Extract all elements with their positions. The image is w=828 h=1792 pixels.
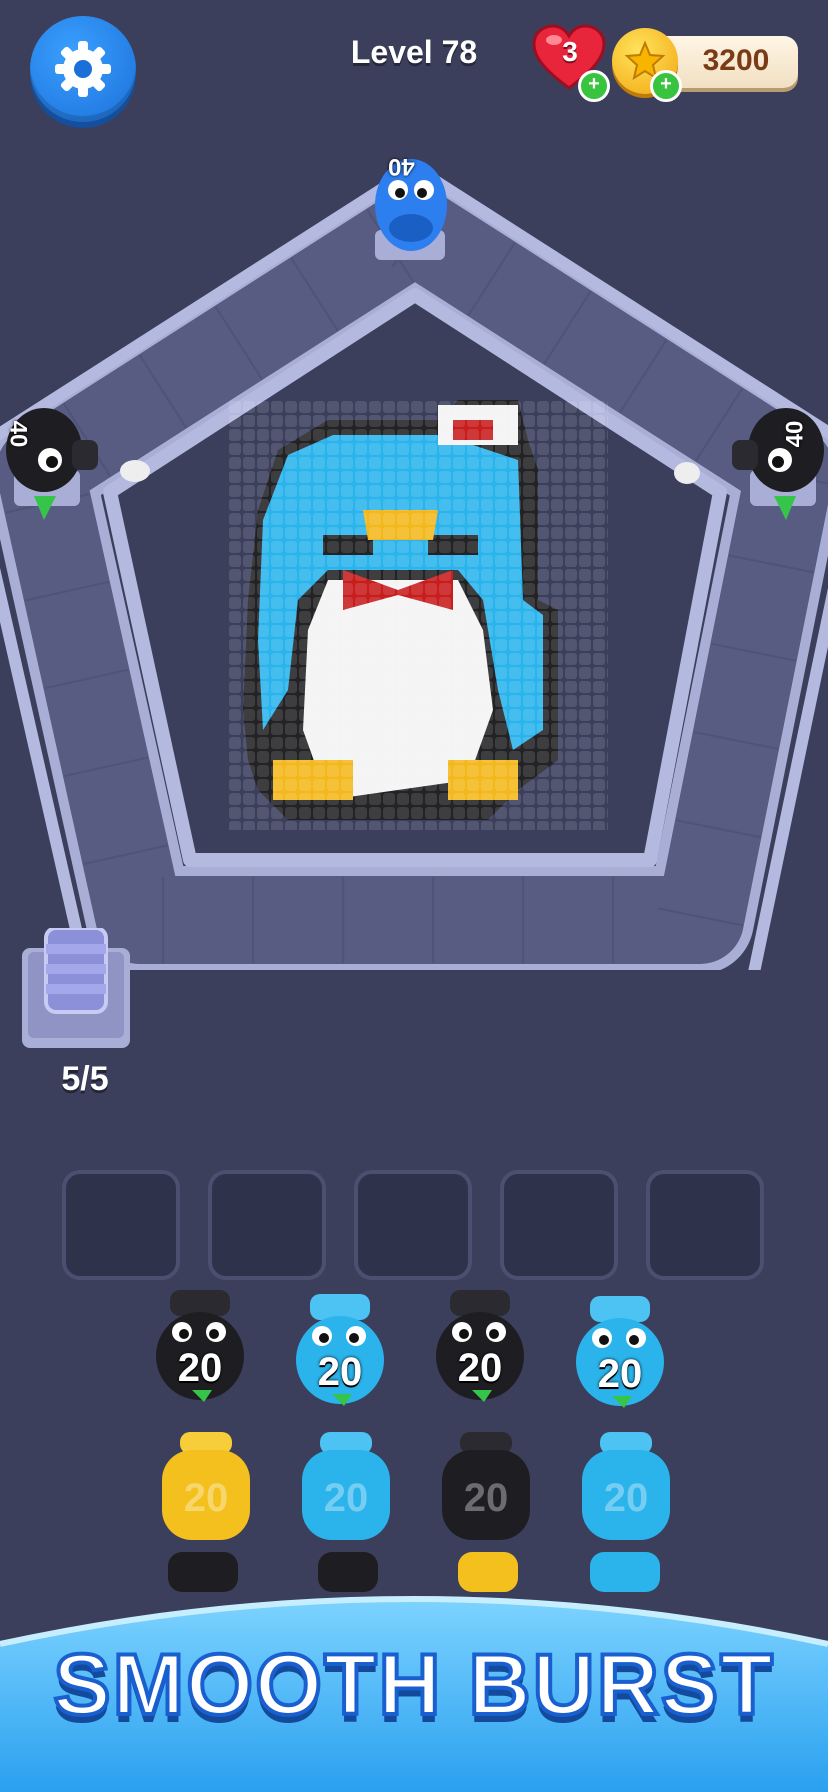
blue-shooter[interactable]: 40: [370, 150, 452, 266]
blob-count: 20: [317, 1350, 363, 1394]
shooter-count: 40: [4, 420, 32, 448]
queue-blob[interactable]: 20: [152, 1290, 248, 1407]
queue-blob[interactable]: 20: [292, 1294, 388, 1411]
queue-blob: 20: [438, 1432, 534, 1549]
shooter-count: 40: [781, 420, 809, 448]
stack-count: 5/5: [61, 1060, 109, 1098]
gear-icon: [55, 41, 111, 97]
blob-count: 20: [183, 1476, 229, 1520]
projectile: [674, 462, 700, 484]
pixel-art-penguin: [228, 400, 608, 830]
queue-blob: 20: [158, 1432, 254, 1549]
queue-blob[interactable]: 20: [572, 1296, 668, 1413]
queue-blob[interactable]: 20: [432, 1290, 528, 1407]
add-lives-button[interactable]: +: [578, 70, 610, 102]
level-label: Level 78: [350, 34, 478, 70]
blob-count: 20: [463, 1476, 509, 1520]
plus-icon: +: [588, 73, 600, 95]
coin-count: 3200: [702, 44, 770, 77]
blob-count: 20: [603, 1476, 649, 1520]
settings-button[interactable]: [30, 16, 136, 122]
empty-slot[interactable]: [208, 1170, 326, 1280]
tray-stack-icon[interactable]: [22, 928, 130, 1048]
empty-slot[interactable]: [354, 1170, 472, 1280]
lives-count: 3: [562, 36, 578, 67]
blob-count: 20: [457, 1346, 503, 1390]
queue-blob: 20: [298, 1432, 394, 1549]
plus-icon: +: [660, 73, 672, 95]
projectile: [120, 460, 150, 482]
add-coins-button[interactable]: +: [650, 70, 682, 102]
game-title: SMOOTH BURST: [51, 1635, 775, 1735]
empty-slot[interactable]: [500, 1170, 618, 1280]
queue-blob: 20: [578, 1432, 674, 1549]
shooter-count: 40: [388, 153, 415, 180]
black-shooter-right[interactable]: 40: [730, 400, 826, 520]
blob-count: 20: [597, 1352, 643, 1396]
blob-count: 20: [323, 1476, 369, 1520]
blob-count: 20: [177, 1346, 223, 1390]
empty-slot[interactable]: [646, 1170, 764, 1280]
empty-slot[interactable]: [62, 1170, 180, 1280]
black-shooter-left[interactable]: 40: [4, 400, 100, 520]
